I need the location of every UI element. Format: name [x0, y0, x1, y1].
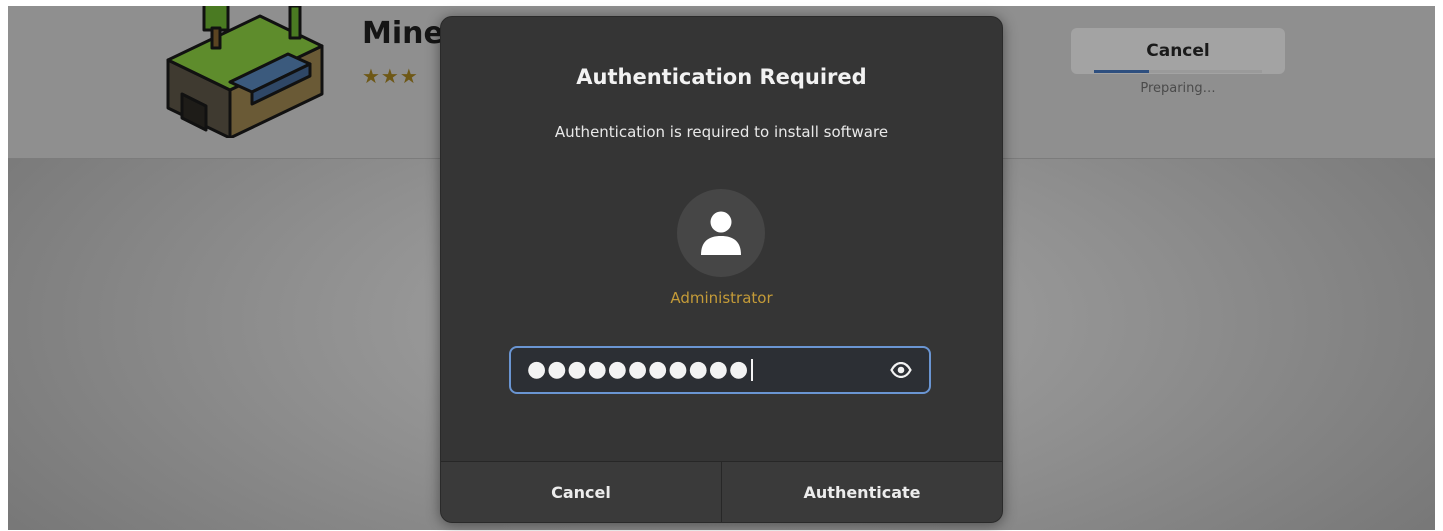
- password-masked-text: ●●●●●●●●●●●: [527, 357, 750, 382]
- app-logo-icon: [166, 6, 324, 138]
- authenticate-button-label: Authenticate: [803, 482, 921, 502]
- app-title: Mine: [362, 16, 444, 51]
- authentication-dialog: Authentication Required Authentication i…: [440, 16, 1003, 523]
- authenticate-button[interactable]: Authenticate: [721, 462, 1002, 522]
- text-caret: [751, 359, 754, 381]
- dialog-message: Authentication is required to install so…: [554, 123, 889, 141]
- install-cancel-label: Cancel: [1146, 41, 1210, 61]
- install-progress-bar: [1094, 70, 1262, 73]
- cancel-button-label: Cancel: [551, 482, 611, 502]
- dialog-title: Authentication Required: [576, 65, 867, 89]
- user-avatar: [677, 189, 765, 277]
- dialog-button-row: Cancel Authenticate: [441, 461, 1002, 522]
- install-status-text: Preparing…: [1140, 81, 1216, 96]
- person-icon: [701, 211, 741, 255]
- install-cancel-button[interactable]: Cancel: [1071, 28, 1285, 74]
- rating-stars: ★★★: [362, 64, 419, 88]
- cancel-button[interactable]: Cancel: [441, 462, 721, 522]
- eye-icon: [890, 362, 912, 378]
- install-progress-fill: [1094, 70, 1150, 73]
- reveal-password-button[interactable]: [887, 356, 915, 384]
- screen: Mine ★★★ Cancel Preparing… Authenticatio…: [0, 0, 1443, 531]
- user-name: Administrator: [670, 289, 773, 307]
- password-input[interactable]: ●●●●●●●●●●●: [509, 346, 931, 394]
